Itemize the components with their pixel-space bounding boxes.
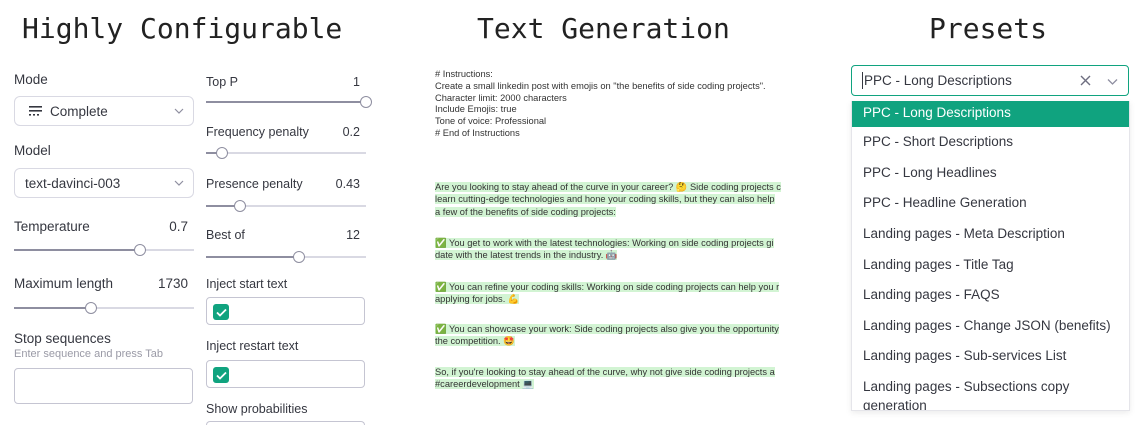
instruction-line: # End of Instructions xyxy=(435,127,520,138)
preset-option[interactable]: Landing pages - Sub-services List xyxy=(852,343,1129,372)
slider-thumb[interactable] xyxy=(292,251,305,263)
inject-start-checkbox[interactable] xyxy=(213,304,229,320)
generated-line: a few of the benefits of side coding pro… xyxy=(435,206,616,217)
generated-line: ✅ You get to work with the latest techno… xyxy=(435,238,774,248)
mode-complete-icon xyxy=(29,106,42,116)
top-p-slider[interactable] xyxy=(206,96,372,108)
model-select[interactable]: text-davinci-003 xyxy=(14,168,194,198)
generated-paragraph: So, if you're looking to stay ahead of t… xyxy=(435,366,792,391)
generated-line: learn cutting-edge technologies and hone… xyxy=(435,194,775,205)
preset-dropdown-list: PPC - Long Descriptions PPC - Short Desc… xyxy=(851,101,1130,411)
slider-thumb[interactable] xyxy=(234,200,247,212)
inject-start-label: Inject start text xyxy=(206,277,288,291)
mode-value: Complete xyxy=(50,103,108,119)
slider-thumb[interactable] xyxy=(360,96,372,108)
instruction-line: Character limit: 2000 characters xyxy=(435,92,567,103)
model-value: text-davinci-003 xyxy=(25,175,121,191)
best-of-slider[interactable] xyxy=(206,251,366,263)
slider-thumb[interactable] xyxy=(216,147,228,159)
heading-presets: Presets xyxy=(929,12,1048,45)
generated-line: date with the latest trends in the indus… xyxy=(435,250,618,261)
preset-option[interactable]: Landing pages - FAQS xyxy=(852,282,1129,311)
show-probabilities-label: Show probabilities xyxy=(206,402,308,416)
generated-line: Are you looking to stay ahead of the cur… xyxy=(435,182,781,192)
best-of-label: Best of xyxy=(206,228,245,242)
presence-penalty-label: Presence penalty xyxy=(206,177,303,191)
preset-option-label: Landing pages - Subsections copy generat… xyxy=(863,379,1070,411)
frequency-penalty-slider[interactable] xyxy=(206,147,366,159)
generated-paragraph: ✅ You get to work with the latest techno… xyxy=(435,237,792,262)
maximum-length-value: 1730 xyxy=(157,276,188,291)
text-cursor xyxy=(862,72,863,89)
mode-select[interactable]: Complete xyxy=(14,96,194,126)
maximum-length-label: Maximum length xyxy=(14,276,114,291)
presence-penalty-slider[interactable] xyxy=(206,200,366,212)
best-of-value: 12 xyxy=(346,228,360,242)
chevron-down-icon[interactable] xyxy=(1106,75,1119,88)
mode-label: Mode xyxy=(14,72,48,87)
checkmark-icon xyxy=(215,308,227,317)
inject-restart-input[interactable] xyxy=(206,360,365,388)
inject-start-input[interactable] xyxy=(206,297,365,325)
preset-option-selected[interactable]: PPC - Long Descriptions xyxy=(852,101,1129,127)
maximum-length-slider[interactable] xyxy=(14,302,194,314)
show-probabilities-select[interactable] xyxy=(206,421,365,425)
generated-paragraph: ✅ You can showcase your work: Side codin… xyxy=(435,323,792,348)
temperature-slider[interactable] xyxy=(14,244,194,256)
frequency-penalty-label: Frequency penalty xyxy=(206,125,309,139)
preset-select[interactable]: PPC - Long Descriptions xyxy=(851,65,1129,96)
checkmark-icon xyxy=(215,371,227,380)
top-p-label: Top P xyxy=(206,75,238,89)
generated-line: #careerdevelopment 💻 xyxy=(435,379,534,390)
generated-line: the competition. 🤩 xyxy=(435,336,515,347)
frequency-penalty-value: 0.2 xyxy=(342,125,360,139)
generated-line: ✅ You can refine your coding skills: Wor… xyxy=(435,282,780,292)
preset-option[interactable]: Landing pages - Change JSON (benefits) xyxy=(852,313,1129,342)
stop-sequences-input[interactable] xyxy=(14,368,193,404)
inject-restart-checkbox[interactable] xyxy=(213,367,229,383)
temperature-value: 0.7 xyxy=(169,219,188,234)
slider-thumb[interactable] xyxy=(85,302,98,314)
generated-paragraph: Are you looking to stay ahead of the cur… xyxy=(435,181,792,218)
generated-paragraph: ✅ You can refine your coding skills: Wor… xyxy=(435,281,792,306)
top-p-value: 1 xyxy=(353,75,360,89)
preset-option[interactable]: Landing pages - Title Tag xyxy=(852,252,1129,281)
instruction-line: # Instructions: xyxy=(435,69,493,79)
preset-selected-value: PPC - Long Descriptions xyxy=(864,73,1012,88)
instruction-line: Tone of voice: Professional xyxy=(435,116,547,127)
clear-icon[interactable] xyxy=(1079,74,1092,87)
preset-option[interactable]: PPC - Long Headlines xyxy=(852,160,1129,189)
heading-highly-configurable: Highly Configurable xyxy=(22,12,343,45)
model-label: Model xyxy=(14,143,51,158)
preset-option[interactable]: PPC - Headline Generation xyxy=(852,190,1129,219)
temperature-label: Temperature xyxy=(14,219,90,234)
instruction-line: Include Emojis: true xyxy=(435,104,517,115)
stop-sequences-label: Stop sequences xyxy=(14,331,111,346)
chevron-down-icon xyxy=(174,180,184,186)
instruction-line: Create a small linkedin post with emojis… xyxy=(435,80,766,91)
heading-text-generation: Text Generation xyxy=(477,12,730,45)
inject-restart-label: Inject restart text xyxy=(206,339,299,353)
generated-line: applying for jobs. 💪 xyxy=(435,294,520,305)
slider-thumb[interactable] xyxy=(134,244,146,256)
prompt-instructions[interactable]: # Instructions: Create a small linkedin … xyxy=(435,69,795,140)
preset-option[interactable]: Landing pages - Subsections copy generat… xyxy=(852,374,1129,411)
chevron-down-icon xyxy=(174,108,184,114)
preset-option[interactable]: Landing pages - Meta Description xyxy=(852,221,1129,250)
stop-sequences-hint: Enter sequence and press Tab xyxy=(14,348,164,360)
generated-line: ✅ You can showcase your work: Side codin… xyxy=(435,324,779,334)
generated-line: So, if you're looking to stay ahead of t… xyxy=(435,367,775,377)
presence-penalty-value: 0.43 xyxy=(335,177,360,191)
preset-option[interactable]: PPC - Short Descriptions xyxy=(852,129,1129,158)
